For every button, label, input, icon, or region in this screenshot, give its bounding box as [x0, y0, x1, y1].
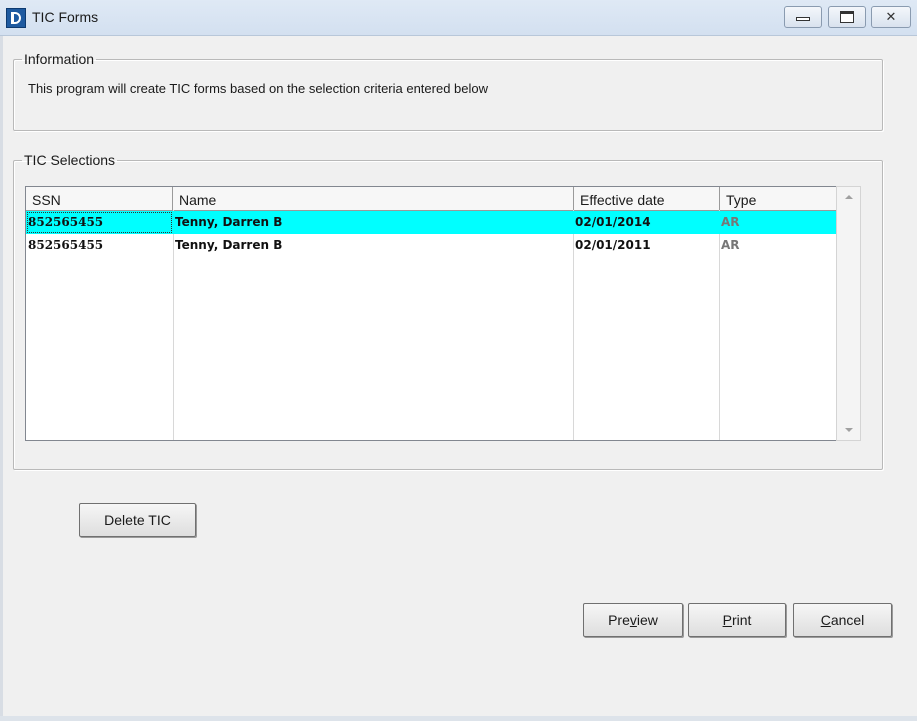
- information-text: This program will create TIC forms based…: [28, 81, 489, 96]
- cell-type[interactable]: AR: [719, 211, 836, 234]
- cancel-label-part: ancel: [830, 612, 865, 628]
- title-bar[interactable]: TIC Forms ✕: [0, 0, 917, 36]
- minimize-icon: [796, 17, 810, 21]
- tic-selections-grid[interactable]: SSN Name Effective date Type 852565455 T…: [25, 186, 861, 441]
- cell-effective-date[interactable]: 02/01/2014: [573, 211, 719, 234]
- print-mnemonic: P: [722, 612, 732, 628]
- preview-label-part: Pre: [608, 612, 630, 628]
- close-button[interactable]: ✕: [871, 6, 911, 28]
- cell-effective-date[interactable]: 02/01/2011: [573, 234, 719, 257]
- cell-name[interactable]: Tenny, Darren B: [173, 234, 573, 257]
- print-label-part: rint: [731, 612, 752, 628]
- print-button[interactable]: Print: [688, 603, 786, 637]
- scroll-up-icon[interactable]: [845, 195, 853, 199]
- cancel-mnemonic: C: [820, 612, 831, 628]
- window-bottom-border: [0, 716, 917, 721]
- column-header-type[interactable]: Type: [720, 187, 837, 210]
- preview-button[interactable]: Preview: [583, 603, 683, 637]
- column-header-ssn[interactable]: SSN: [26, 187, 173, 210]
- cancel-button[interactable]: Cancel: [793, 603, 892, 637]
- table-row[interactable]: 852565455 Tenny, Darren B 02/01/2011 AR: [26, 234, 836, 257]
- information-legend: Information: [24, 51, 95, 67]
- delete-tic-button[interactable]: Delete TIC: [79, 503, 196, 537]
- tic-selections-legend: TIC Selections: [24, 152, 116, 168]
- maximize-button[interactable]: [828, 6, 866, 28]
- grid-header: SSN Name Effective date Type: [26, 187, 837, 211]
- column-header-effective-date[interactable]: Effective date: [574, 187, 720, 210]
- table-row[interactable]: 852565455 Tenny, Darren B 02/01/2014 AR: [26, 211, 836, 234]
- minimize-button[interactable]: [784, 6, 822, 28]
- close-icon: ✕: [885, 9, 897, 24]
- window-title: TIC Forms: [32, 9, 99, 25]
- maximize-icon: [840, 11, 854, 23]
- preview-mnemonic: v: [629, 612, 637, 628]
- cell-type[interactable]: AR: [719, 234, 836, 257]
- cell-ssn[interactable]: 852565455: [26, 234, 173, 257]
- preview-label-part: iew: [636, 612, 658, 628]
- delete-tic-label: Delete TIC: [104, 512, 171, 528]
- column-header-name[interactable]: Name: [173, 187, 574, 210]
- grid-vertical-scrollbar[interactable]: [836, 186, 861, 441]
- cell-name[interactable]: Tenny, Darren B: [173, 211, 573, 234]
- scroll-down-icon[interactable]: [845, 428, 853, 432]
- cell-ssn[interactable]: 852565455: [26, 211, 173, 234]
- app-logo-icon: [6, 8, 26, 28]
- window-left-border: [0, 36, 3, 721]
